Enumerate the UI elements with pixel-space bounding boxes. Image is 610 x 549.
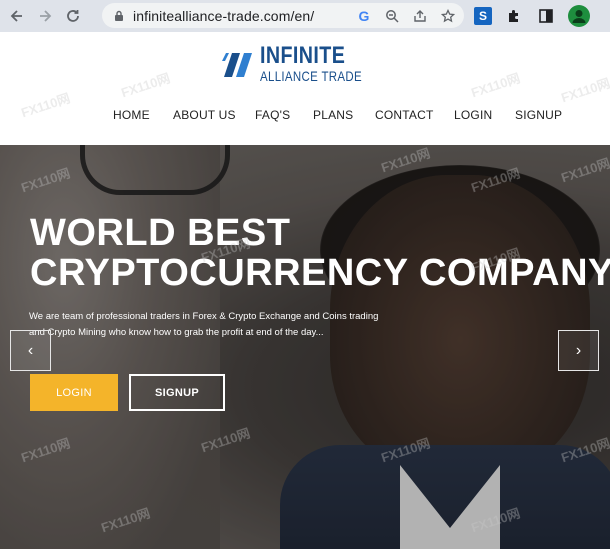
- hero-text-line1: We are team of professional traders in F…: [29, 311, 379, 322]
- menu-home[interactable]: HOME: [113, 108, 150, 122]
- forward-arrow-icon[interactable]: [34, 5, 56, 27]
- menu-contact[interactable]: CONTACT: [375, 108, 434, 122]
- menu-login[interactable]: LOGIN: [454, 108, 492, 122]
- share-icon[interactable]: [412, 8, 428, 24]
- hero-signup-button[interactable]: SIGNUP: [129, 374, 225, 411]
- menu-dots-icon[interactable]: [602, 6, 610, 26]
- url-text[interactable]: infinitealliance-trade.com/en/: [133, 8, 314, 24]
- logo-title: INFINITE: [260, 42, 346, 69]
- hero-text-line2: and Crypto Mining who know how to grab t…: [29, 327, 324, 338]
- menu-about-us[interactable]: ABOUT US: [173, 108, 236, 122]
- carousel-prev-arrow[interactable]: ‹: [10, 330, 51, 371]
- chevron-left-icon: ‹: [27, 341, 34, 359]
- star-icon[interactable]: [440, 8, 456, 24]
- puzzle-icon[interactable]: [504, 6, 524, 26]
- browser-toolbar: infinitealliance-trade.com/en/ G S: [0, 0, 610, 32]
- side-panel-icon[interactable]: [536, 6, 556, 26]
- hero-login-button[interactable]: LOGIN: [30, 374, 118, 411]
- google-icon[interactable]: G: [356, 8, 372, 24]
- lock-icon[interactable]: [112, 9, 126, 23]
- menu-plans[interactable]: PLANS: [313, 108, 353, 122]
- address-bar[interactable]: infinitealliance-trade.com/en/ G: [102, 3, 464, 28]
- menu-signup[interactable]: SIGNUP: [515, 108, 562, 122]
- logo-subtitle: ALLIANCE TRADE: [260, 68, 363, 84]
- logo-mark-icon: [222, 49, 256, 79]
- hero-title-line2: CRYPTOCURRENCY COMPANY: [30, 252, 610, 294]
- hero-banner: WORLD BEST CRYPTOCURRENCY COMPANY We are…: [0, 145, 610, 549]
- menu-faqs[interactable]: FAQ'S: [255, 108, 290, 122]
- carousel-next-arrow[interactable]: ›: [558, 330, 599, 371]
- extension-s-icon[interactable]: S: [474, 7, 492, 25]
- zoom-icon[interactable]: [384, 8, 400, 24]
- hero-overlay: [0, 145, 610, 549]
- chevron-right-icon: ›: [575, 341, 582, 359]
- back-arrow-icon[interactable]: [6, 5, 28, 27]
- hero-title-line1: WORLD BEST: [30, 212, 291, 254]
- profile-avatar-icon[interactable]: [568, 5, 590, 27]
- site-logo[interactable]: INFINITE ALLIANCE TRADE: [222, 44, 384, 83]
- main-menu: HOME ABOUT US FAQ'S PLANS CONTACT LOGIN …: [0, 108, 610, 128]
- site-header: INFINITE ALLIANCE TRADE HOME ABOUT US FA…: [0, 32, 610, 145]
- reload-icon[interactable]: [62, 5, 84, 27]
